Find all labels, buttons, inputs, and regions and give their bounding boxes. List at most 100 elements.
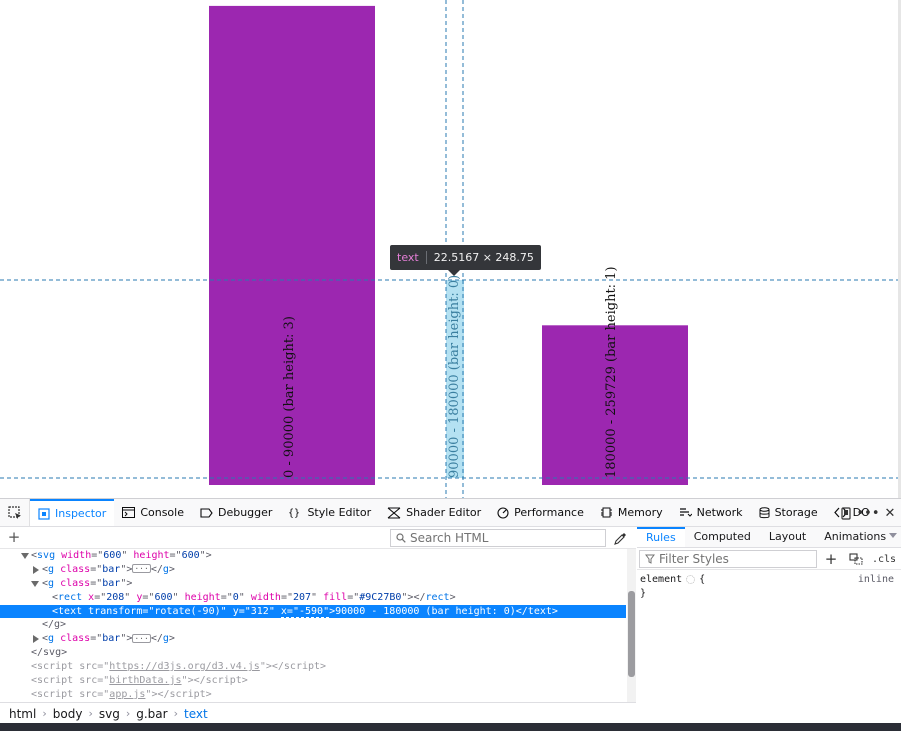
breadcrumb-separator-icon: › xyxy=(125,707,131,720)
rules-toolbar: + .cls xyxy=(637,548,901,570)
rule-element: element{ inline } xyxy=(640,574,894,599)
infobar-separator xyxy=(425,251,427,264)
element-picker-button[interactable] xyxy=(0,499,30,526)
tab-shader-editor[interactable]: Shader Editor xyxy=(379,499,489,526)
markup-scrollbar-thumb[interactable] xyxy=(628,591,635,677)
inspector-icon xyxy=(38,507,50,520)
tab-performance[interactable]: Performance xyxy=(489,499,592,526)
twisty-closed-icon[interactable] xyxy=(33,635,39,644)
performance-icon xyxy=(497,506,509,519)
sidebar-tabs-dropdown-icon[interactable] xyxy=(889,533,897,538)
markup-tree: <svg width="600" height="600"> <g class=… xyxy=(0,549,626,702)
eyedropper-icon xyxy=(613,532,626,545)
tab-style-editor[interactable]: {} Style Editor xyxy=(280,499,379,526)
tree-node-g-bar-1[interactable]: <g class="bar"> ··· </g> xyxy=(0,563,626,577)
bar-label-3: 180000 - 259729 (bar height: 1) xyxy=(604,266,619,478)
inspector-sidebar: RulesComputedLayoutAnimations + .cls ele… xyxy=(637,527,901,724)
tab-label: Storage xyxy=(774,506,818,519)
breadcrumb-item[interactable]: g.bar xyxy=(136,707,167,721)
infobar-tag: text xyxy=(397,251,419,264)
markup-toolbar: + xyxy=(0,527,636,549)
sidebar-tab-computed[interactable]: Computed xyxy=(685,527,760,547)
sidebar-tab-layout[interactable]: Layout xyxy=(760,527,815,547)
tree-node-svg-close[interactable]: </svg> xyxy=(0,646,626,660)
bar-label-1: 0 - 90000 (bar height: 3) xyxy=(282,316,297,478)
tab-label: Inspector xyxy=(55,507,107,520)
twisty-open-icon[interactable] xyxy=(31,580,39,587)
tab-label: Shader Editor xyxy=(406,506,482,519)
sidebar-tab-rules[interactable]: Rules xyxy=(637,527,685,547)
rule-source: inline xyxy=(857,574,894,585)
style-editor-icon: {} xyxy=(288,507,302,518)
breadcrumb-item[interactable]: text xyxy=(184,707,208,721)
devtools-panel: Inspector Console Debugger {} Style Editor Sh… xyxy=(0,498,901,724)
page-viewport: 0 - 90000 (bar height: 3) 90000 - 180000 … xyxy=(0,0,901,498)
tab-inspector[interactable]: Inspector xyxy=(30,499,115,526)
debugger-icon xyxy=(200,507,213,518)
breadcrumb-item[interactable]: body xyxy=(53,707,83,721)
filter-icon xyxy=(645,554,655,564)
breadcrumb-item[interactable]: html xyxy=(9,707,36,721)
add-rule-button[interactable]: + xyxy=(823,550,839,568)
toolbar-actions: ••• ✕ xyxy=(835,499,901,527)
breadcrumb-separator-icon: › xyxy=(88,707,93,720)
svg-text:{}: {} xyxy=(288,508,300,518)
infobar-dimensions: 22.5167 × 248.75 xyxy=(433,251,534,264)
tab-memory[interactable]: Memory xyxy=(592,499,671,526)
rule-gear-icon xyxy=(686,574,696,584)
search-icon xyxy=(396,533,406,543)
tab-network[interactable]: Network xyxy=(671,499,751,526)
markup-panel: + <svg width="600" height="600"> xyxy=(0,527,636,724)
twisty-closed-icon[interactable] xyxy=(33,565,39,574)
twisty-open-icon[interactable] xyxy=(21,553,29,559)
collapsed-children-icon[interactable]: ··· xyxy=(132,633,151,643)
search-html-input[interactable] xyxy=(410,531,600,545)
tree-node-g-bar-2[interactable]: <g class="bar"> xyxy=(0,577,626,591)
more-options-button[interactable]: ••• xyxy=(857,499,880,527)
tab-label: Memory xyxy=(617,506,663,519)
eyedropper-button[interactable] xyxy=(612,530,628,546)
breadcrumb-item[interactable]: svg xyxy=(99,707,120,721)
toggle-pseudo-class-button[interactable] xyxy=(847,551,865,567)
bar-label-2: 90000 - 180000 (bar height: 0) xyxy=(447,275,462,478)
filter-styles-input[interactable] xyxy=(659,552,809,566)
close-devtools-button[interactable]: ✕ xyxy=(879,499,901,527)
phone-icon xyxy=(841,506,851,520)
tree-node-script-birthdata[interactable]: <script src="birthData.js"></script> xyxy=(0,674,626,688)
close-icon: ✕ xyxy=(884,505,896,521)
tree-node-g-close[interactable]: </g> xyxy=(0,618,626,632)
storage-icon xyxy=(759,506,770,519)
add-node-button[interactable]: + xyxy=(6,527,22,549)
tree-node-svg[interactable]: <svg width="600" height="600"> xyxy=(0,549,626,563)
infobar-arrow xyxy=(448,270,460,276)
element-picker-icon xyxy=(7,505,21,519)
tree-node-script-app[interactable]: <script src="app.js"></script> xyxy=(0,688,626,702)
sidebar-tab-animations[interactable]: Animations xyxy=(815,527,895,547)
pseudo-class-icon xyxy=(848,553,863,565)
markup-scrollbar[interactable] xyxy=(627,549,636,702)
rule-close-brace: } xyxy=(640,588,647,599)
tab-label: Style Editor xyxy=(307,506,372,519)
tree-node-text-selected[interactable]: <text transform="rotate(-90)" y="312" x=… xyxy=(0,604,626,619)
tab-label: Debugger xyxy=(217,506,273,519)
memory-icon xyxy=(600,507,613,518)
breadcrumb-separator-icon: › xyxy=(173,707,178,720)
tree-node-g-bar-3[interactable]: <g class="bar"> ··· </g> xyxy=(0,632,626,646)
console-icon xyxy=(122,507,136,518)
search-html-box[interactable] xyxy=(390,529,606,547)
toggle-classes-button[interactable]: .cls xyxy=(872,551,896,567)
plus-icon: + xyxy=(7,528,21,546)
collapsed-children-icon[interactable]: ··· xyxy=(132,564,151,574)
rule-selector[interactable]: element xyxy=(640,574,682,585)
tab-label: Console xyxy=(140,506,184,519)
tree-node-rect[interactable]: <rect x="208" y="600" height="0" width="… xyxy=(0,591,626,605)
devtools-toolbar: Inspector Console Debugger {} Style Editor Sh… xyxy=(0,499,901,527)
tree-node-script-d3[interactable]: <script src="https://d3js.org/d3.v4.js">… xyxy=(0,660,626,674)
tab-storage[interactable]: Storage xyxy=(751,499,826,526)
tab-console[interactable]: Console xyxy=(114,499,192,526)
responsive-mode-button[interactable] xyxy=(835,499,857,527)
filter-styles-box[interactable] xyxy=(639,550,817,568)
tab-debugger[interactable]: Debugger xyxy=(192,499,280,526)
tab-label: Network xyxy=(696,506,743,519)
window-bottom-edge xyxy=(0,723,901,731)
